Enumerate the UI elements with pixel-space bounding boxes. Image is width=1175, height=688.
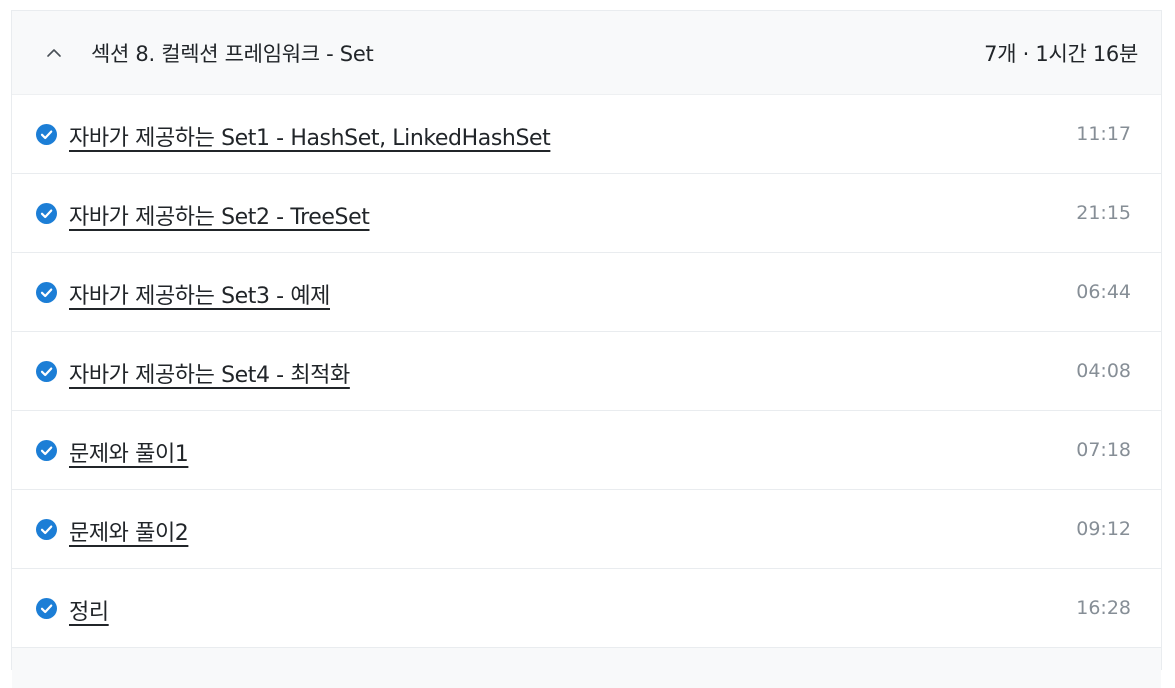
lesson-duration: 16:28 [1076,597,1131,619]
lesson-duration: 04:08 [1076,360,1131,382]
lesson-title-link[interactable]: 자바가 제공하는 Set4 - 최적화 [69,357,350,389]
check-circle-icon [36,124,57,145]
lesson-duration: 11:17 [1076,123,1131,145]
lesson-title-link[interactable]: 자바가 제공하는 Set1 - HashSet, LinkedHashSet [69,120,551,152]
section-title: 섹션 8. 컬렉션 프레임워크 - Set [91,42,374,66]
lesson-row[interactable]: 자바가 제공하는 Set4 - 최적화 04:08 [12,332,1161,411]
lesson-title-link[interactable]: 문제와 풀이1 [69,436,189,468]
lesson-list: 자바가 제공하는 Set1 - HashSet, LinkedHashSet 1… [12,95,1161,648]
lesson-row[interactable]: 문제와 풀이1 07:18 [12,411,1161,490]
check-circle-icon [36,361,57,382]
lesson-title-link[interactable]: 문제와 풀이2 [69,515,189,547]
lesson-duration: 07:18 [1076,439,1131,461]
check-circle-icon [36,519,57,540]
lesson-title-link[interactable]: 정리 [69,594,109,626]
lesson-row[interactable]: 자바가 제공하는 Set3 - 예제 06:44 [12,253,1161,332]
lesson-row[interactable]: 자바가 제공하는 Set2 - TreeSet 21:15 [12,174,1161,253]
check-circle-icon [36,440,57,461]
section-header[interactable]: 섹션 8. 컬렉션 프레임워크 - Set 7개 · 1시간 16분 [12,11,1161,95]
chevron-up-icon[interactable] [46,45,62,61]
lesson-duration: 06:44 [1076,281,1131,303]
section-meta: 7개 · 1시간 16분 [984,42,1138,66]
lesson-row[interactable]: 정리 16:28 [12,569,1161,648]
check-circle-icon [36,203,57,224]
lesson-duration: 21:15 [1076,202,1131,224]
lesson-duration: 09:12 [1076,518,1131,540]
curriculum-section: 섹션 8. 컬렉션 프레임워크 - Set 7개 · 1시간 16분 자바가 제… [11,10,1162,688]
lesson-row[interactable]: 자바가 제공하는 Set1 - HashSet, LinkedHashSet 1… [12,95,1161,174]
lesson-title-link[interactable]: 자바가 제공하는 Set3 - 예제 [69,278,330,310]
check-circle-icon [36,282,57,303]
lesson-title-link[interactable]: 자바가 제공하는 Set2 - TreeSet [69,199,370,231]
next-section-header [12,648,1161,688]
check-circle-icon [36,598,57,619]
lesson-row[interactable]: 문제와 풀이2 09:12 [12,490,1161,569]
